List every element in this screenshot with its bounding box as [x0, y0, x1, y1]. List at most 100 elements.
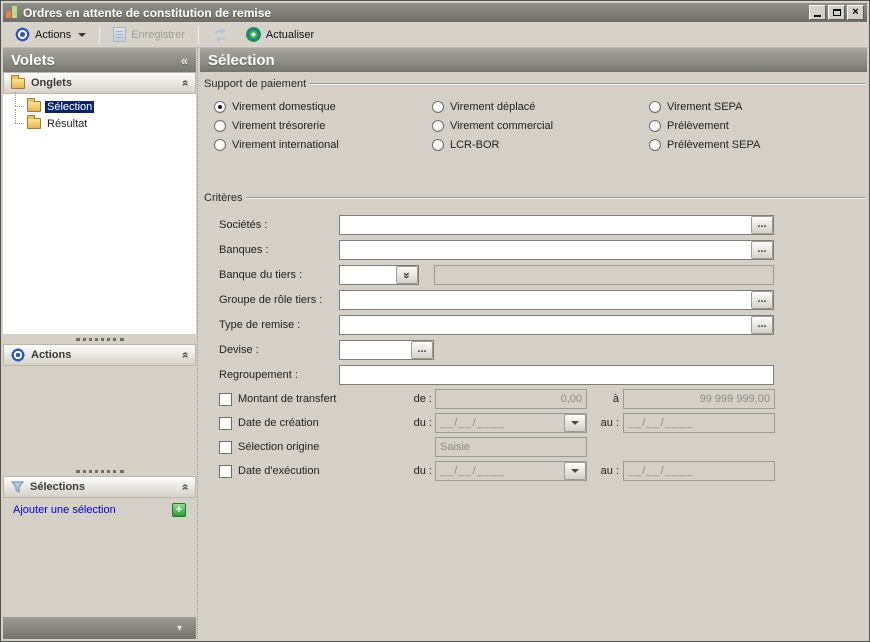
collapse-panel-icon[interactable]: »: [178, 80, 192, 87]
date-creation-label: Date de création: [238, 417, 412, 429]
type-remise-lookup-button[interactable]: ...: [751, 316, 773, 334]
ellipsis-icon: ...: [757, 319, 766, 330]
banque-tiers-expand-button[interactable]: »: [396, 266, 418, 284]
groupe-role-lookup-button[interactable]: ...: [751, 291, 773, 309]
criteres-legend-label: Critères: [204, 192, 246, 204]
actions-menu-label: Actions: [35, 29, 71, 41]
radio-prelevement[interactable]: Prélèvement: [649, 116, 865, 135]
collapse-panel-icon[interactable]: »: [178, 484, 192, 491]
actions-panel-body: [3, 366, 196, 466]
field-row-banque-tiers: Banque du tiers : »: [219, 262, 865, 287]
devise-label: Devise :: [219, 344, 339, 356]
date-execution-du-label: du :: [412, 465, 432, 477]
montant-checkbox[interactable]: [219, 393, 232, 406]
radio-icon: [432, 120, 444, 132]
selection-origine-input: [435, 437, 587, 457]
minimize-button[interactable]: [809, 5, 826, 20]
groupe-role-input[interactable]: [339, 290, 774, 310]
banque-tiers-value-field: [434, 265, 774, 285]
date-execution-au-label: au :: [597, 465, 619, 477]
radio-label: Virement international: [232, 139, 339, 151]
radio-label: Prélèvement: [667, 120, 729, 132]
support-group-legend: Support de paiement: [204, 76, 865, 91]
tree-item-selection[interactable]: Sélection: [3, 98, 196, 115]
montant-a-input: [623, 389, 775, 409]
radio-label: Virement trésorerie: [232, 120, 325, 132]
panel-header-actions[interactable]: Actions »: [3, 344, 196, 366]
chevron-down-icon: [571, 469, 579, 473]
field-row-groupe-role: Groupe de rôle tiers : ...: [219, 287, 865, 312]
application-window: Ordres en attente de constitution de rem…: [0, 0, 870, 642]
societes-lookup-button[interactable]: ...: [751, 216, 773, 234]
date-creation-au-label: au :: [597, 417, 619, 429]
sidebar-title: Volets: [11, 52, 55, 69]
toolbar-separator-2: [198, 26, 199, 44]
radio-virement-commercial[interactable]: Virement commercial: [432, 116, 649, 135]
radio-icon: [649, 101, 661, 113]
tree-item-label: Sélection: [45, 101, 94, 113]
collapse-sidebar-icon[interactable]: «: [181, 53, 188, 68]
regroupement-input[interactable]: [339, 365, 774, 385]
actions-target-icon: [15, 27, 30, 42]
date-execution-au-input: [623, 461, 775, 481]
main-header: Sélection: [200, 48, 867, 72]
field-row-type-remise: Type de remise : ...: [219, 312, 865, 337]
onglets-panel-title: Onglets: [31, 77, 72, 89]
radio-virement-domestique[interactable]: Virement domestique: [214, 97, 432, 116]
sidebar-splitter-2[interactable]: [3, 466, 196, 476]
selection-origine-label: Sélection origine: [238, 441, 412, 453]
radio-lcr-bor[interactable]: LCR-BOR: [432, 135, 649, 154]
radio-virement-sepa[interactable]: Virement SEPA: [649, 97, 865, 116]
date-creation-checkbox[interactable]: [219, 417, 232, 430]
chevron-down-icon: ▾: [177, 623, 182, 634]
refresh-button[interactable]: Actualiser: [239, 25, 321, 44]
radio-label: LCR-BOR: [450, 139, 500, 151]
group-rule: [309, 83, 865, 85]
support-legend-label: Support de paiement: [204, 78, 309, 90]
tree-item-label: Résultat: [45, 118, 89, 130]
page-title: Sélection: [208, 52, 275, 69]
row-date-execution: Date d'exécution du : au :: [219, 459, 865, 483]
panel-header-onglets[interactable]: Onglets »: [3, 72, 196, 94]
radio-prelevement-sepa[interactable]: Prélèvement SEPA: [649, 135, 865, 154]
support-radio-group: Virement domestique Virement trésorerie …: [214, 97, 865, 154]
actions-menu-button[interactable]: Actions: [8, 25, 93, 44]
sidebar-splitter[interactable]: [3, 334, 196, 344]
sidebar-filler: [3, 522, 196, 617]
main-panel: Sélection Support de paiement Virement d…: [200, 48, 867, 639]
close-button[interactable]: ×: [847, 5, 864, 20]
banques-label: Banques :: [219, 244, 339, 256]
tree-item-resultat[interactable]: Résultat: [3, 115, 196, 132]
add-selection-button[interactable]: +: [172, 503, 186, 517]
date-creation-du-label: du :: [412, 417, 432, 429]
splitter-grip-icon: [76, 470, 124, 473]
sidebar: Volets « Onglets » Sélection Résultat: [3, 48, 196, 639]
type-remise-input[interactable]: [339, 315, 774, 335]
banques-lookup-button[interactable]: ...: [751, 241, 773, 259]
maximize-button[interactable]: [828, 5, 845, 20]
radio-virement-tresorerie[interactable]: Virement trésorerie: [214, 116, 432, 135]
banques-input[interactable]: [339, 240, 774, 260]
radio-label: Virement déplacé: [450, 101, 535, 113]
panel-header-selections[interactable]: Sélections »: [3, 476, 196, 498]
row-montant-transfert: Montant de transfert de : à: [219, 387, 865, 411]
sidebar-bottom-bar[interactable]: ▾: [3, 617, 196, 639]
radio-label: Virement commercial: [450, 120, 553, 132]
save-document-icon: [113, 27, 126, 42]
radio-icon: [214, 139, 226, 151]
devise-lookup-button[interactable]: ...: [411, 341, 433, 359]
date-execution-checkbox[interactable]: [219, 465, 232, 478]
collapse-panel-icon[interactable]: »: [178, 352, 192, 359]
field-row-banques: Banques : ...: [219, 237, 865, 262]
actions-panel-title: Actions: [31, 349, 71, 361]
radio-label: Prélèvement SEPA: [667, 139, 760, 151]
selection-origine-checkbox[interactable]: [219, 441, 232, 454]
societes-input[interactable]: [339, 215, 774, 235]
radio-virement-deplace[interactable]: Virement déplacé: [432, 97, 649, 116]
selections-panel-title: Sélections: [30, 481, 85, 493]
radio-icon: [432, 139, 444, 151]
add-selection-link[interactable]: Ajouter une sélection: [13, 504, 116, 516]
refresh-arrows-icon: [212, 28, 229, 42]
societes-label: Sociétés :: [219, 219, 339, 231]
radio-virement-international[interactable]: Virement international: [214, 135, 432, 154]
